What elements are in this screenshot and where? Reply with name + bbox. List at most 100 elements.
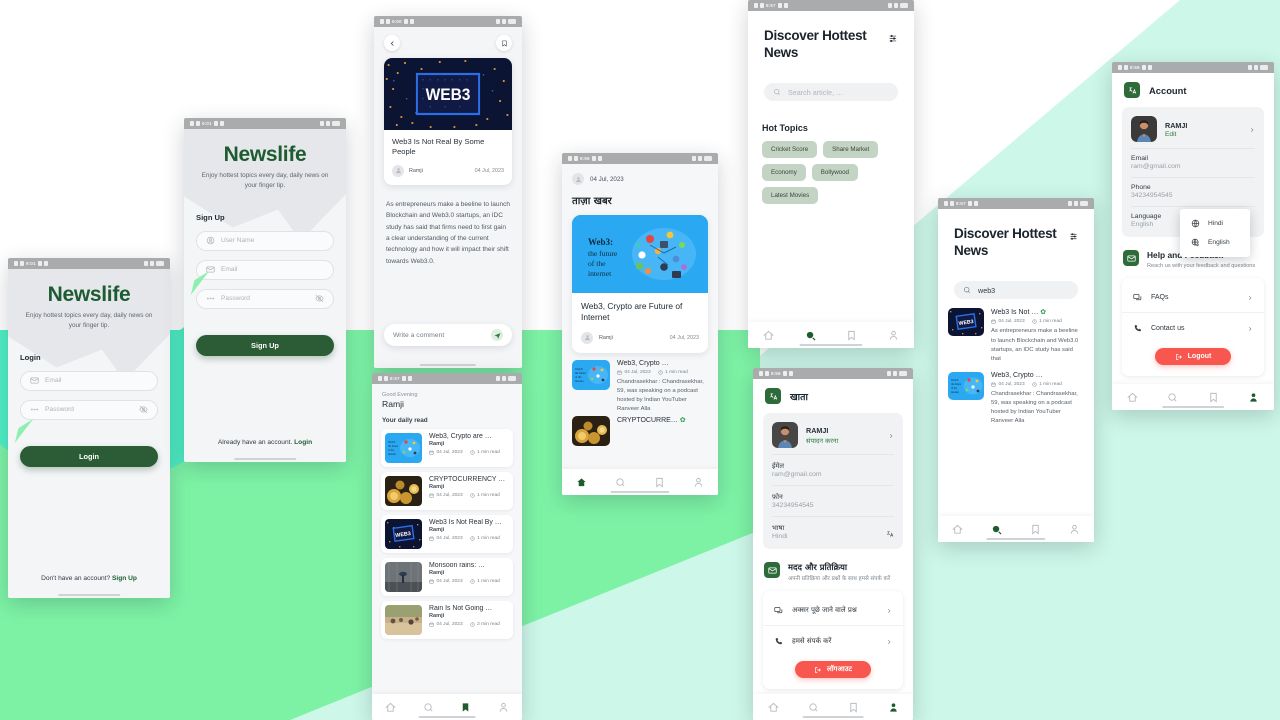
status-time: 8:56 xyxy=(771,371,781,376)
read-meta: 1 min read xyxy=(658,370,688,375)
featured-meta: Ramji 04 Jul, 2023 xyxy=(581,331,699,344)
bookmark-button[interactable] xyxy=(496,35,512,51)
nav-bookmark[interactable] xyxy=(1030,524,1041,535)
contact-row[interactable]: हमसे संपर्क करें xyxy=(763,625,903,656)
login-button[interactable]: Login xyxy=(20,445,158,467)
search-input[interactable]: Search article, … xyxy=(764,83,898,102)
username-field[interactable]: User Name xyxy=(196,230,334,251)
nav-search[interactable] xyxy=(991,524,1002,535)
send-button[interactable] xyxy=(491,329,503,341)
nav-bookmark[interactable] xyxy=(460,702,471,713)
back-button[interactable] xyxy=(384,35,400,51)
signup-screen: Newslife Enjoy hottest topics every day,… xyxy=(184,129,346,462)
list-item[interactable]: Rain Is Not Going … Ramji 04 Jul, 2023 2… xyxy=(381,601,513,639)
search-result-item[interactable]: WEB3 Web3 Is Not … ✿ 04 Jul, 2023 1 min … xyxy=(938,299,1094,364)
list-item-date: 04 Jul, 2023 xyxy=(624,369,651,375)
article-hero-card[interactable]: WEB3 Web3 Is Not Real By Some People Ram… xyxy=(384,58,512,185)
featured-body: Web3, Crypto are Future of Internet Ramj… xyxy=(572,293,708,353)
nav-bookmark[interactable] xyxy=(846,330,857,341)
topic-chip[interactable]: Share Market xyxy=(823,141,879,159)
calendar-icon xyxy=(429,493,434,498)
nav-home[interactable] xyxy=(576,477,587,488)
faq-row[interactable]: अक्सर पूछे जाने वाले प्रश्न xyxy=(763,595,903,625)
nav-search[interactable] xyxy=(423,702,434,713)
faq-row[interactable]: FAQs xyxy=(1122,282,1264,312)
list-item-date: 04 Jul, 2023 xyxy=(436,536,463,541)
nav-search[interactable] xyxy=(805,330,816,341)
nav-bookmark[interactable] xyxy=(654,477,665,488)
nav-profile[interactable] xyxy=(888,702,899,713)
list-item[interactable]: CRYPTOCURRENCY … Ramji 04 Jul, 2023 1 mi… xyxy=(381,472,513,510)
list-item-meta: 04 Jul, 2023 1 min read xyxy=(429,450,509,455)
edit-link[interactable]: संपादन करना xyxy=(806,436,838,445)
bookmark-icon xyxy=(501,40,507,47)
topic-chip[interactable]: Bollywood xyxy=(811,164,859,182)
language-dropdown: Hindi English xyxy=(1180,209,1250,257)
nav-home[interactable] xyxy=(385,702,397,713)
list-item-meta: 04 Jul, 2023 2 min read xyxy=(429,622,509,627)
profile-row[interactable]: RAMJI Edit xyxy=(1131,116,1255,142)
nav-search[interactable] xyxy=(808,702,819,713)
topic-chip[interactable]: Latest Movies xyxy=(762,187,819,205)
password-field[interactable]: Password xyxy=(20,399,158,420)
edit-link[interactable]: Edit xyxy=(1165,131,1187,138)
nav-home[interactable] xyxy=(952,524,963,535)
nav-home[interactable] xyxy=(767,702,779,713)
list-item-date: 04 Jul, 2023 xyxy=(436,622,463,627)
signup-link[interactable]: Sign Up xyxy=(112,575,137,582)
topic-chip[interactable]: Cricket Score xyxy=(762,141,818,159)
clock-icon xyxy=(658,370,663,375)
logout-button[interactable]: Logout xyxy=(1155,348,1231,366)
nav-bookmark[interactable] xyxy=(1208,392,1219,403)
topic-chip[interactable]: Economy xyxy=(762,164,806,182)
nav-home[interactable] xyxy=(763,330,775,341)
phone-label: Phone xyxy=(1131,184,1151,191)
search-input[interactable]: web3 xyxy=(954,281,1078,300)
svg-text:of the: of the xyxy=(588,259,606,268)
feedback-badge-icon xyxy=(1123,250,1139,266)
nav-search[interactable] xyxy=(1167,392,1178,403)
nav-bookmark[interactable] xyxy=(848,702,859,713)
logout-button[interactable]: लॉगआउट xyxy=(795,661,871,679)
email-field[interactable]: Email xyxy=(20,370,158,391)
list-item[interactable]: CRYPTOCURRE… ✿ xyxy=(562,414,718,447)
nav-search[interactable] xyxy=(615,477,626,488)
language-option-english[interactable]: English xyxy=(1180,233,1250,252)
signup-button[interactable]: Sign Up xyxy=(196,334,334,356)
nav-profile[interactable] xyxy=(888,330,899,341)
list-item-title: Rain Is Not Going … xyxy=(429,605,493,612)
email-field[interactable]: Email xyxy=(196,259,334,280)
dots-icon xyxy=(206,297,215,300)
password-field[interactable]: Password xyxy=(196,288,334,309)
nav-profile[interactable] xyxy=(1248,392,1259,403)
list-item[interactable]: Web3: the future of the internet Web3, C… xyxy=(381,429,513,467)
nav-home[interactable] xyxy=(1126,392,1138,403)
login-link[interactable]: Login xyxy=(294,439,312,446)
language-option-hindi[interactable]: Hindi xyxy=(1180,214,1250,233)
list-item[interactable]: Monsoon rains: … Ramji 04 Jul, 2023 1 mi… xyxy=(381,558,513,596)
home-icon xyxy=(767,702,779,712)
featured-article-card[interactable]: Web3: the future of the internet Web3, C… xyxy=(572,215,708,353)
list-item[interactable]: WEB3 Web3 Is Not Real By … Ramji 04 Jul,… xyxy=(381,515,513,553)
status-right-icons xyxy=(320,121,340,126)
language-row[interactable]: भाषा Hindi xyxy=(772,516,894,540)
nav-profile[interactable] xyxy=(1069,524,1080,535)
comment-input[interactable]: Write a comment xyxy=(384,324,512,346)
nav-profile[interactable] xyxy=(693,477,704,488)
translate-icon[interactable] xyxy=(886,530,894,538)
eye-off-icon[interactable] xyxy=(139,405,148,414)
filter-icon[interactable] xyxy=(1069,231,1078,242)
list-item-read: 1 min read xyxy=(665,369,688,375)
filter-icon[interactable] xyxy=(888,33,898,44)
eye-off-icon[interactable] xyxy=(315,294,324,303)
avatar[interactable] xyxy=(572,173,584,185)
nav-profile[interactable] xyxy=(498,702,509,713)
avatar xyxy=(772,422,798,448)
svg-text:internet: internet xyxy=(588,269,612,278)
list-item[interactable]: Web3: the future of the internet Web3, C… xyxy=(562,353,718,415)
profile-row[interactable]: RAMJI संपादन करना xyxy=(772,422,894,448)
list-item-title: Web3, Crypto are … xyxy=(429,433,492,440)
search-result-item[interactable]: Web3: the future of the internet Web3, C… xyxy=(938,364,1094,427)
contact-row[interactable]: Contact us xyxy=(1122,312,1264,343)
read-meta: 1 min read xyxy=(470,536,500,541)
